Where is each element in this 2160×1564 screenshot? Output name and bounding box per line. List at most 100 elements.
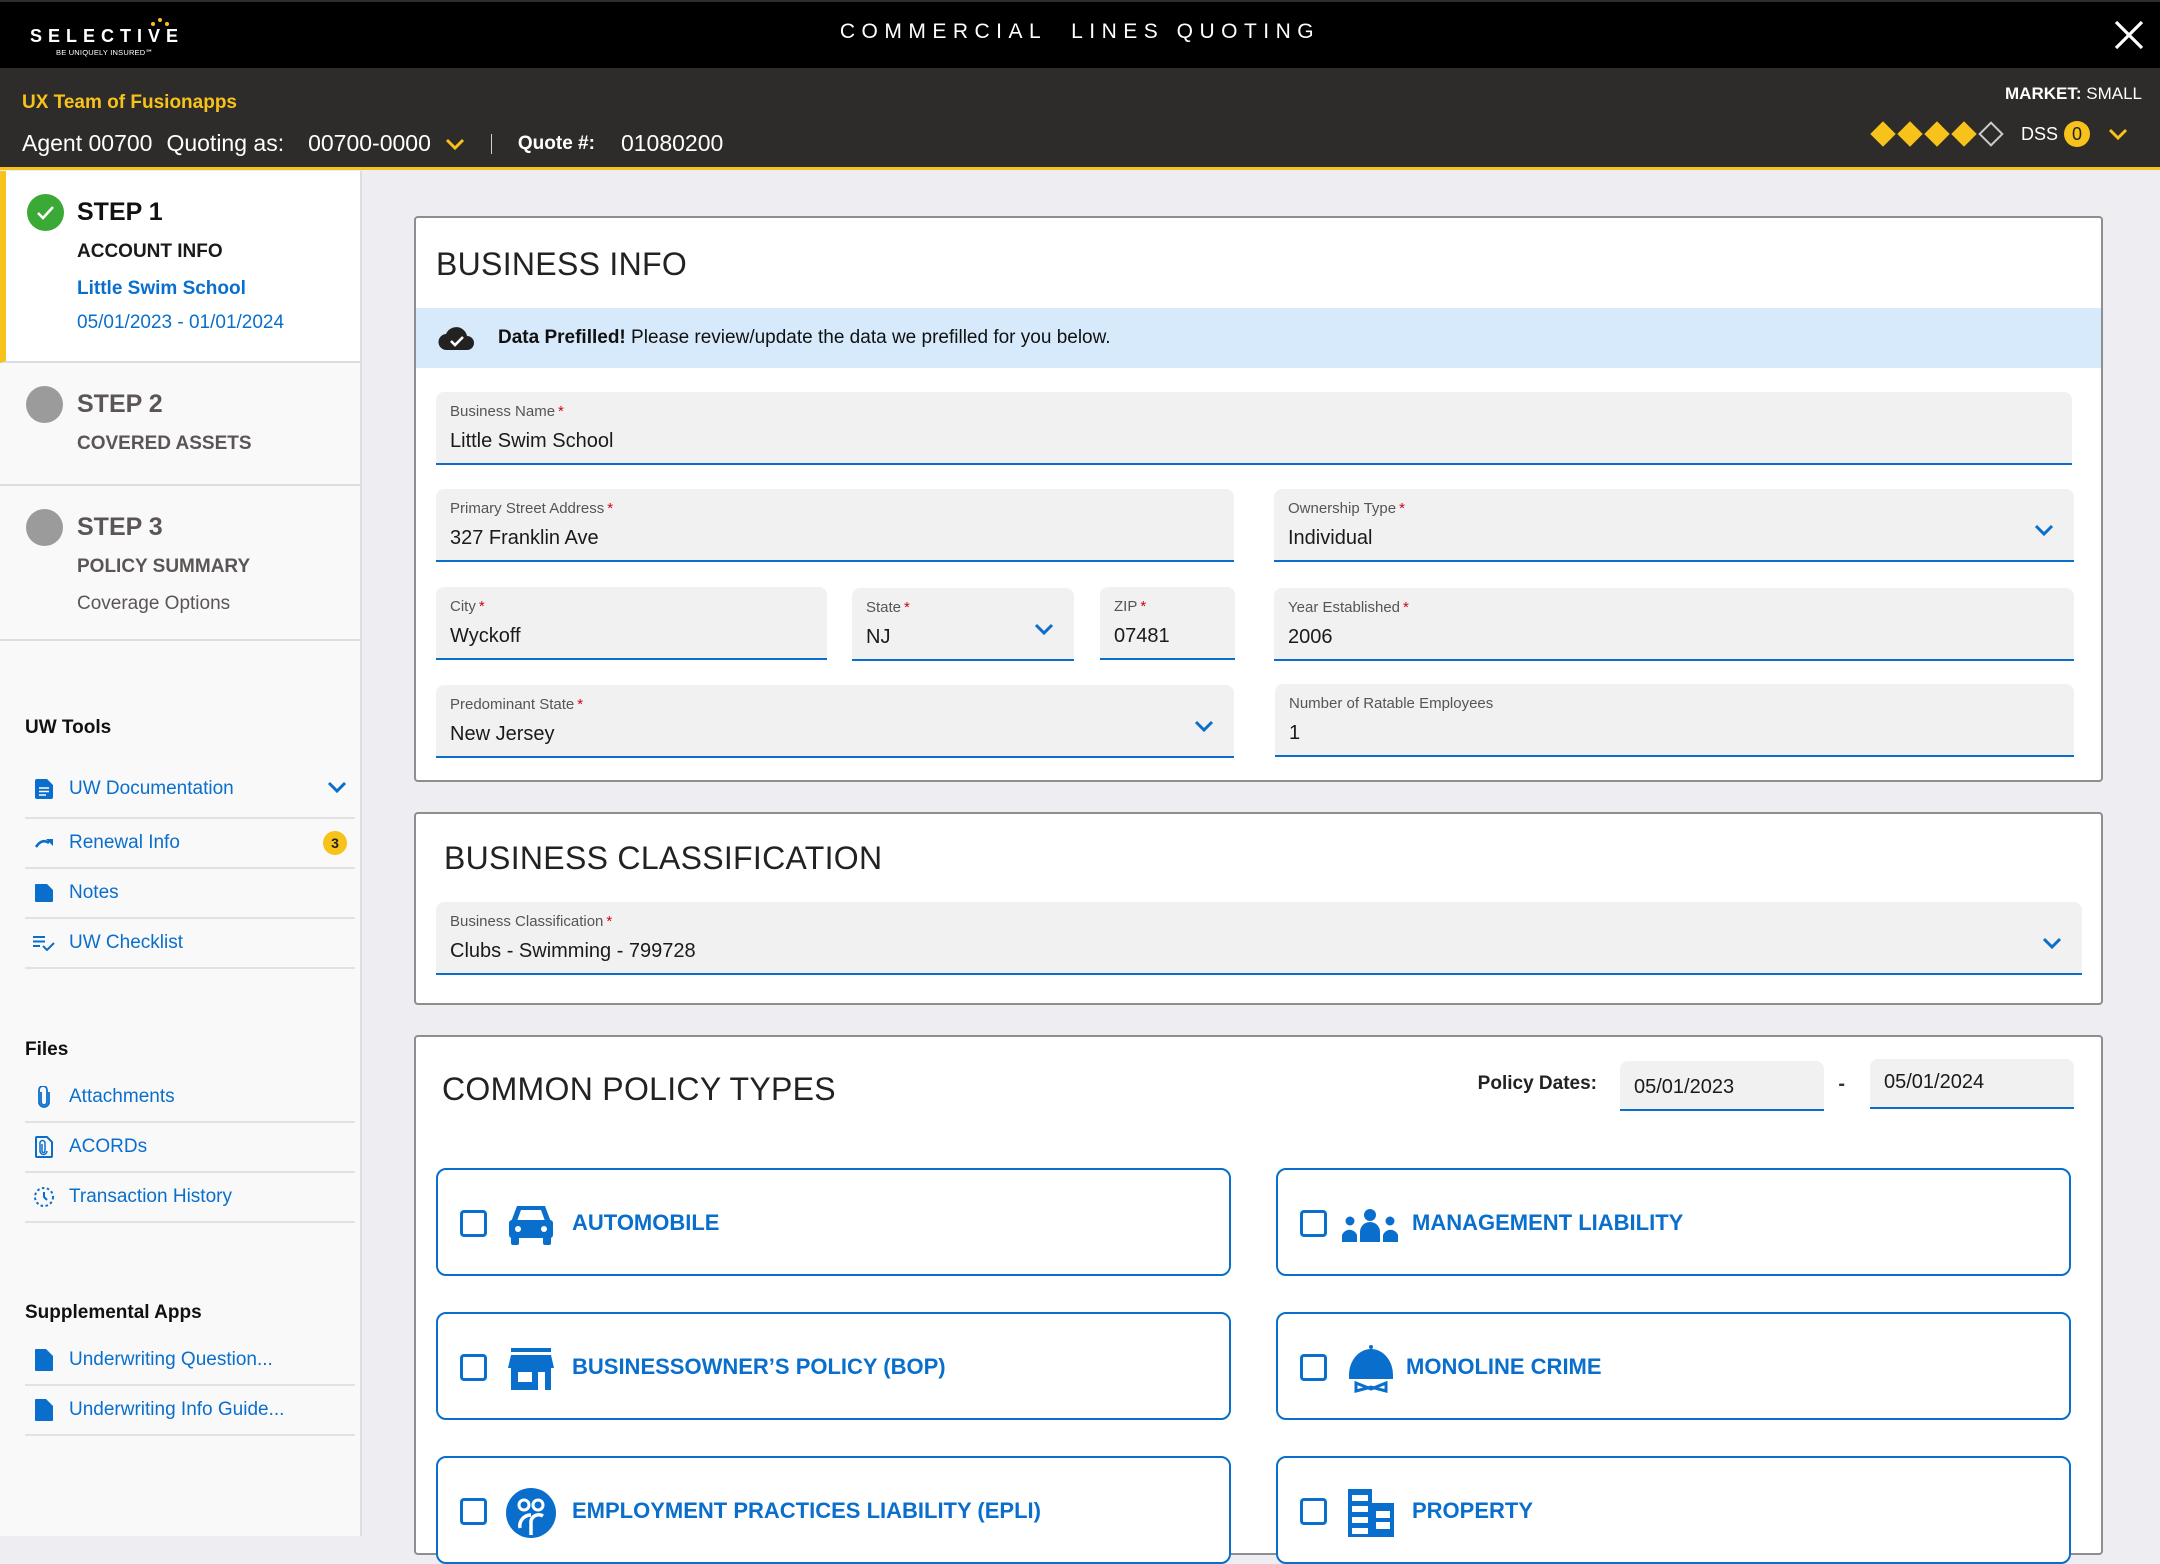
policy-type-monoline-crime[interactable]: MONOLINE CRIME: [1276, 1312, 2071, 1420]
street-address-field[interactable]: Primary Street Address * 327 Franklin Ave: [436, 489, 1234, 562]
agent-label: Agent 00700: [22, 130, 153, 156]
renewal-arrow-icon: [33, 832, 55, 854]
chevron-down-icon[interactable]: [445, 137, 465, 151]
zip-field[interactable]: ZIP * 07481: [1100, 587, 1235, 660]
step-2-covered-assets[interactable]: STEP 2 COVERED ASSETS: [0, 363, 360, 486]
step-subtitle: COVERED ASSETS: [77, 433, 252, 454]
business-classification-title: BUSINESS CLASSIFICATION: [444, 840, 883, 876]
policy-type-bop[interactable]: BUSINESSOWNER’S POLICY (BOP): [436, 1312, 1231, 1420]
file-icon: [33, 1399, 55, 1421]
checkbox[interactable]: [460, 1498, 487, 1525]
chevron-down-icon[interactable]: [327, 780, 347, 799]
ratable-employees-field[interactable]: Number of Ratable Employees 1: [1275, 684, 2074, 757]
building-icon: [1346, 1488, 1396, 1538]
checkbox[interactable]: [460, 1210, 487, 1237]
attached-file-icon: [33, 1136, 55, 1158]
checkbox[interactable]: [1300, 1354, 1327, 1381]
account-dates: 05/01/2023 - 01/01/2024: [77, 312, 285, 333]
step-complete-icon: [27, 194, 64, 231]
field-label: Business Name *: [450, 403, 564, 420]
business-classification-select[interactable]: Business Classification * Clubs - Swimmin…: [436, 902, 2082, 975]
dss-count-badge: 0: [2064, 121, 2090, 147]
policy-type-label: PROPERTY: [1412, 1498, 1534, 1523]
uw-tools-heading: UW Tools: [25, 717, 112, 738]
field-value: NJ: [866, 626, 891, 648]
tool-label: UW Documentation: [69, 778, 234, 799]
year-established-field[interactable]: Year Established * 2006: [1274, 588, 2074, 661]
checkbox[interactable]: [460, 1354, 487, 1381]
quoting-as-value[interactable]: 00700-0000: [308, 130, 431, 157]
field-value: Individual: [1288, 527, 1373, 549]
step-title: STEP 3: [77, 513, 163, 541]
predominant-state-select[interactable]: Predominant State * New Jersey: [436, 685, 1234, 758]
policy-end-date-field[interactable]: 05/01/2024: [1870, 1059, 2074, 1109]
account-name-link[interactable]: Little Swim School: [77, 278, 246, 300]
field-value: 1: [1289, 722, 1301, 744]
rating-diamonds: [1870, 121, 2007, 147]
step-title: STEP 1: [77, 198, 163, 226]
rating-diamond-filled-icon: [1897, 121, 1923, 147]
field-label: Number of Ratable Employees: [1289, 695, 1494, 712]
divider: [490, 133, 492, 154]
checkbox[interactable]: [1300, 1210, 1327, 1237]
field-label: Year Established *: [1288, 599, 1409, 616]
file-icon: [33, 1349, 55, 1371]
chevron-down-icon: [2042, 937, 2062, 950]
files-section: Files Attachments ACORDs Transaction His…: [25, 1039, 355, 1223]
business-name-field[interactable]: Business Name * Little Swim School: [436, 392, 2072, 465]
state-select[interactable]: State * NJ: [852, 588, 1074, 661]
tool-label: UW Checklist: [69, 932, 184, 953]
field-label: ZIP *: [1114, 598, 1147, 615]
policy-type-management-liability[interactable]: MANAGEMENT LIABILITY: [1276, 1168, 2071, 1276]
tool-label: Attachments: [69, 1086, 175, 1107]
sidebar-item-underwriting-info-guide[interactable]: Underwriting Info Guide...: [25, 1386, 355, 1436]
tool-label: Underwriting Info Guide...: [69, 1399, 285, 1420]
supplemental-apps-section: Supplemental Apps Underwriting Question.…: [25, 1302, 355, 1436]
chevron-down-icon: [1194, 720, 1214, 733]
field-label: City *: [450, 598, 485, 615]
renewal-count-badge: 3: [323, 831, 347, 855]
market-value: SMALL: [2086, 84, 2142, 103]
policy-type-label: BUSINESSOWNER’S POLICY (BOP): [572, 1354, 946, 1379]
files-heading: Files: [25, 1039, 69, 1060]
org-name: UX Team of Fusionapps: [22, 92, 238, 113]
sidebar-item-notes[interactable]: Notes: [25, 869, 355, 919]
sidebar-item-acords[interactable]: ACORDs: [25, 1123, 355, 1173]
policy-type-epli[interactable]: EMPLOYMENT PRACTICES LIABILITY (EPLI): [436, 1456, 1231, 1564]
city-field[interactable]: City * Wyckoff: [436, 587, 827, 660]
tool-label: Underwriting Question...: [69, 1349, 273, 1370]
paperclip-icon: [33, 1086, 55, 1108]
chevron-down-icon[interactable]: [2108, 127, 2128, 141]
date-separator: -: [1838, 1073, 1845, 1095]
business-info-title: BUSINESS INFO: [436, 246, 688, 282]
field-label: Business Classification *: [450, 913, 613, 930]
business-classification-card: BUSINESS CLASSIFICATION Business Classif…: [414, 812, 2103, 1005]
prefill-banner: Data Prefilled! Please review/update the…: [416, 308, 2101, 368]
policy-type-property[interactable]: PROPERTY: [1276, 1456, 2071, 1564]
sidebar-item-attachments[interactable]: Attachments: [25, 1073, 355, 1123]
sidebar-item-transaction-history[interactable]: Transaction History: [25, 1173, 355, 1223]
sidebar-item-underwriting-questions[interactable]: Underwriting Question...: [25, 1336, 355, 1386]
field-value: 05/01/2024: [1884, 1071, 1985, 1093]
field-value: Wyckoff: [450, 625, 521, 647]
sidebar-item-renewal-info[interactable]: Renewal Info 3: [25, 819, 355, 869]
document-icon: [33, 778, 55, 800]
sidebar-item-uw-documentation[interactable]: UW Documentation: [25, 761, 355, 819]
common-policy-types-title: COMMON POLICY TYPES: [442, 1071, 836, 1107]
business-info-card: BUSINESS INFO Data Prefilled! Please rev…: [414, 216, 2103, 782]
close-button[interactable]: [2112, 18, 2146, 52]
step-3-policy-summary[interactable]: STEP 3 POLICY SUMMARY Coverage Options: [0, 486, 360, 641]
rating-diamond-filled-icon: [1870, 121, 1896, 147]
prefill-message: Data Prefilled! Please review/update the…: [498, 327, 1111, 348]
ownership-type-select[interactable]: Ownership Type * Individual: [1274, 489, 2074, 562]
step-extra: Coverage Options: [77, 593, 231, 614]
checklist-icon: [33, 932, 55, 954]
sidebar-item-uw-checklist[interactable]: UW Checklist: [25, 919, 355, 969]
checkbox[interactable]: [1300, 1498, 1327, 1525]
storefront-icon: [506, 1344, 556, 1394]
policy-type-automobile[interactable]: AUTOMOBILE: [436, 1168, 1231, 1276]
step-1-account-info[interactable]: STEP 1 ACCOUNT INFO Little Swim School 0…: [0, 171, 360, 363]
note-icon: [33, 882, 55, 904]
policy-start-date-field[interactable]: 05/01/2023: [1620, 1061, 1824, 1111]
employees-circle-icon: [506, 1488, 556, 1538]
